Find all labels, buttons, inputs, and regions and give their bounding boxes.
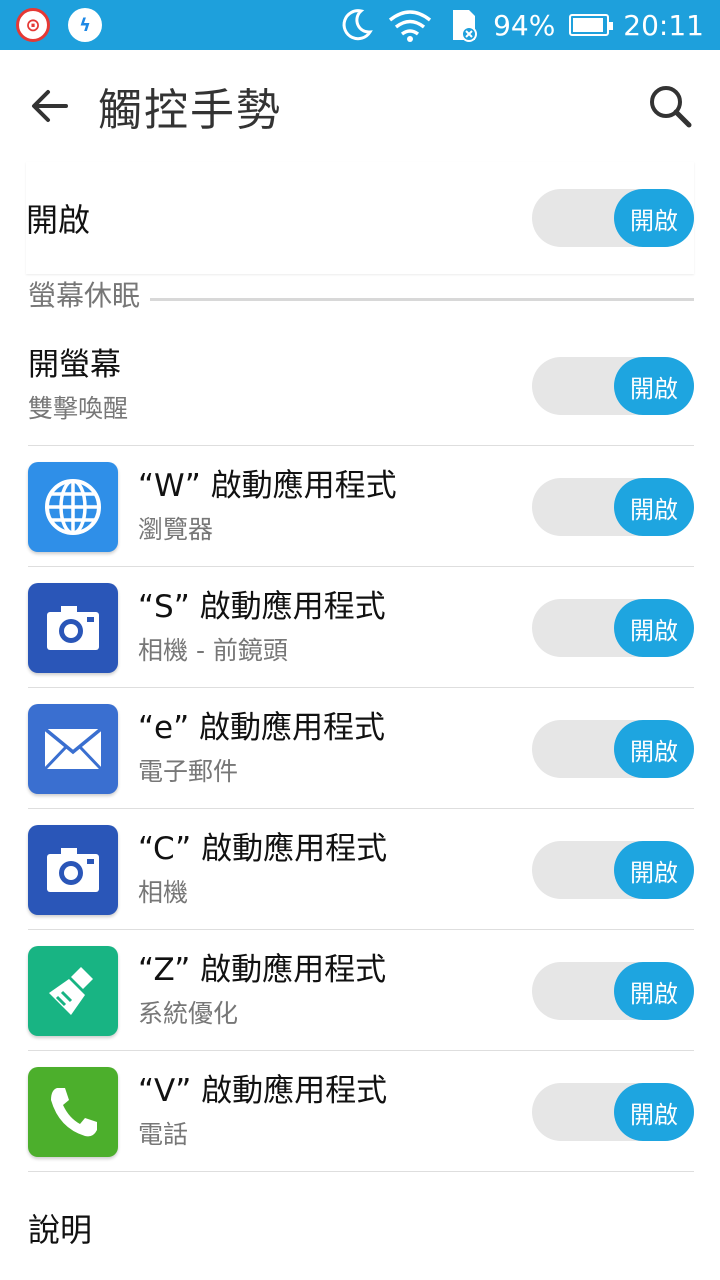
help-link[interactable]: 說明: [28, 1205, 92, 1251]
sd-card-icon: [453, 10, 478, 42]
toggle-thumb: 開啟: [614, 1083, 694, 1141]
row-subtitle: 電話: [138, 1119, 189, 1149]
toggle-thumb: 開啟: [614, 357, 694, 415]
toggle-switch[interactable]: 開啟: [532, 357, 694, 415]
toggle-switch[interactable]: 開啟: [532, 962, 694, 1020]
messenger-notification-icon: ϟ: [68, 8, 102, 42]
row-subtitle: 電子郵件: [138, 756, 239, 786]
row-title: “C” 啟動應用程式: [138, 830, 388, 867]
toggle-thumb: 開啟: [614, 189, 694, 247]
row-title: “V” 啟動應用程式: [138, 1072, 388, 1109]
setting-row-c-gesture[interactable]: “C” 啟動應用程式 相機 開啟: [28, 810, 694, 930]
phone-app-icon: [28, 1066, 118, 1157]
email-envelope-icon: [43, 727, 103, 770]
setting-row-e-gesture[interactable]: “e” 啟動應用程式 電子郵件 開啟: [28, 689, 694, 809]
section-title: 螢幕休眠: [28, 279, 141, 312]
setting-row-wake-screen[interactable]: 開螢幕 雙擊喚醒 開啟: [28, 326, 694, 446]
search-button[interactable]: [642, 78, 698, 134]
row-title: “e” 啟動應用程式: [138, 709, 386, 746]
back-arrow-icon: [32, 90, 68, 122]
browser-globe-icon: [45, 478, 101, 535]
toggle-thumb: 開啟: [614, 841, 694, 899]
camera-app-icon: [28, 824, 118, 915]
browser-app-icon: [28, 461, 118, 552]
row-title: “S” 啟動應用程式: [138, 588, 386, 625]
wifi-icon: [388, 10, 432, 42]
battery-level-fill: [573, 18, 604, 32]
camera-icon: [47, 605, 99, 650]
back-button[interactable]: [22, 78, 78, 134]
row-subtitle: 系統優化: [138, 998, 239, 1028]
row-subtitle: 相機: [138, 877, 189, 907]
toggle-switch[interactable]: 開啟: [532, 841, 694, 899]
row-subtitle: 瀏覽器: [138, 514, 214, 544]
optimizer-app-icon: [28, 945, 118, 1036]
screen-recorder-notification-icon: ⊙: [16, 8, 50, 42]
row-subtitle: 相機 - 前鏡頭: [138, 635, 288, 665]
camera-icon: [47, 847, 99, 892]
toggle-switch[interactable]: 開啟: [532, 1083, 694, 1141]
email-app-icon: [28, 703, 118, 794]
moon-icon: [342, 9, 373, 41]
master-toggle[interactable]: 開啟: [532, 189, 694, 247]
master-switch-label: 開啟: [26, 201, 91, 239]
setting-row-w-gesture[interactable]: “W” 啟動應用程式 瀏覽器 開啟: [28, 447, 694, 567]
page-title: 觸控手勢: [98, 85, 282, 136]
status-bar: ⊙ ϟ 94% 20:11: [0, 0, 720, 50]
toggle-switch[interactable]: 開啟: [532, 599, 694, 657]
setting-row-v-gesture[interactable]: “V” 啟動應用程式 電話 開啟: [28, 1052, 694, 1172]
section-divider: [150, 297, 694, 301]
row-subtitle: 雙擊喚醒: [28, 393, 129, 423]
broom-icon: [49, 966, 93, 1015]
clock: 20:11: [623, 8, 704, 42]
camera-app-icon: [28, 582, 118, 673]
toggle-thumb: 開啟: [614, 599, 694, 657]
battery-icon: [569, 14, 614, 36]
row-title: “Z” 啟動應用程式: [138, 951, 387, 988]
phone-icon: [51, 1087, 97, 1136]
section-header: 螢幕休眠: [28, 272, 694, 316]
toggle-switch[interactable]: 開啟: [532, 478, 694, 536]
row-title: “W” 啟動應用程式: [138, 467, 397, 504]
battery-percent: 94%: [493, 8, 556, 42]
toggle-thumb: 開啟: [614, 962, 694, 1020]
master-switch-row[interactable]: 開啟 開啟: [26, 162, 694, 274]
toggle-thumb: 開啟: [614, 720, 694, 778]
search-icon: [650, 86, 692, 128]
toggle-thumb: 開啟: [614, 478, 694, 536]
setting-row-s-gesture[interactable]: “S” 啟動應用程式 相機 - 前鏡頭 開啟: [28, 568, 694, 688]
row-title: 開螢幕: [28, 346, 121, 383]
toggle-switch[interactable]: 開啟: [532, 720, 694, 778]
app-bar: 觸控手勢: [0, 50, 720, 162]
setting-row-z-gesture[interactable]: “Z” 啟動應用程式 系統優化 開啟: [28, 931, 694, 1051]
